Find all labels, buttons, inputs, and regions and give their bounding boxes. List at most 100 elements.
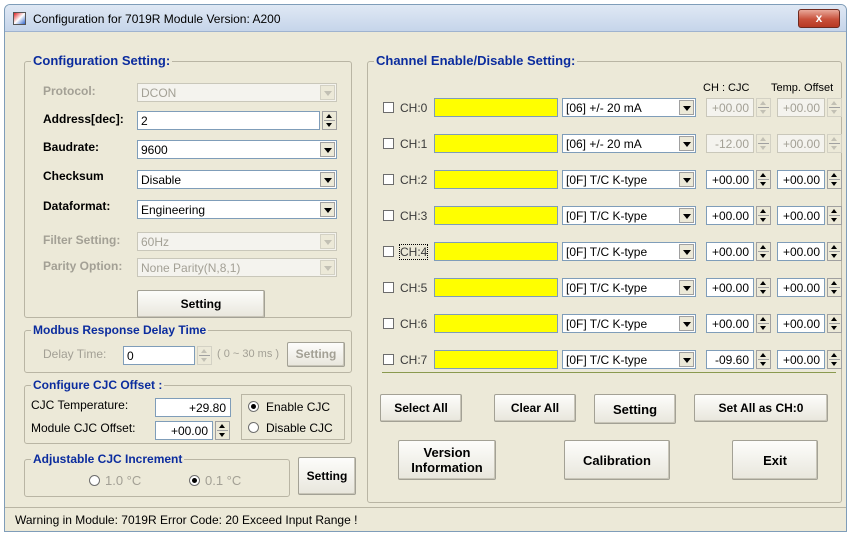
- channel-setting-group: Channel Enable/Disable Setting: CH : CJC…: [367, 53, 842, 503]
- channel-offset-field[interactable]: +00.00: [777, 170, 825, 189]
- config-setting-button[interactable]: Setting: [137, 290, 265, 318]
- address-spinner[interactable]: [322, 111, 337, 130]
- chevron-down-icon[interactable]: [679, 100, 694, 115]
- version-information-button[interactable]: Version Information: [398, 440, 496, 480]
- channel-range-select[interactable]: [0F] T/C K-type: [562, 350, 696, 369]
- increment-0-1-radio[interactable]: [189, 475, 200, 486]
- channel-range-select[interactable]: [0F] T/C K-type: [562, 278, 696, 297]
- dataformat-select[interactable]: Engineering: [137, 200, 337, 219]
- chevron-down-icon[interactable]: [320, 142, 335, 157]
- channel-cjc-field[interactable]: +00.00: [706, 314, 754, 333]
- chevron-down-icon[interactable]: [679, 316, 694, 331]
- close-icon: x: [815, 11, 823, 25]
- channel-offset-spinner[interactable]: [827, 242, 842, 261]
- increment-1-0-label[interactable]: 1.0 °C: [105, 473, 141, 488]
- channel-range-select[interactable]: [0F] T/C K-type: [562, 206, 696, 225]
- module-cjc-offset-input[interactable]: +00.00: [155, 421, 213, 440]
- channel-offset-field[interactable]: +00.00: [777, 278, 825, 297]
- channel-range-select[interactable]: [06] +/- 20 mA: [562, 134, 696, 153]
- ch-cjc-header: CH : CJC: [703, 82, 750, 94]
- parity-option-value: None Parity(N,8,1): [141, 261, 241, 275]
- title-bar[interactable]: Configuration for 7019R Module Version: …: [5, 5, 846, 32]
- channel-label[interactable]: CH:7: [400, 353, 427, 367]
- chevron-down-icon[interactable]: [679, 280, 694, 295]
- chevron-down-icon[interactable]: [679, 136, 694, 151]
- chevron-down-icon[interactable]: [679, 352, 694, 367]
- channel-cjc-spinner[interactable]: [756, 314, 771, 333]
- channel-range-select[interactable]: [06] +/- 20 mA: [562, 98, 696, 117]
- channel-cjc-spinner[interactable]: [756, 278, 771, 297]
- channel-enable-checkbox[interactable]: [383, 354, 394, 365]
- module-cjc-offset-spinner[interactable]: [215, 421, 230, 440]
- channel-offset-spinner[interactable]: [827, 170, 842, 189]
- chevron-down-icon[interactable]: [679, 172, 694, 187]
- channel-divider: [382, 372, 836, 373]
- disable-cjc-radio[interactable]: [248, 422, 259, 433]
- channel-cjc-spinner[interactable]: [756, 170, 771, 189]
- channel-cjc-field[interactable]: -09.60: [706, 350, 754, 369]
- channel-cjc-spinner[interactable]: [756, 350, 771, 369]
- channel-cjc-field[interactable]: +00.00: [706, 278, 754, 297]
- increment-1-0-radio[interactable]: [89, 475, 100, 486]
- channel-offset-value: +00.00: [782, 317, 820, 331]
- channel-offset-field[interactable]: +00.00: [777, 206, 825, 225]
- enable-cjc-label[interactable]: Enable CJC: [266, 400, 330, 414]
- chevron-down-icon[interactable]: [320, 172, 335, 187]
- channel-value-field: [434, 206, 558, 225]
- channel-enable-checkbox[interactable]: [383, 174, 394, 185]
- close-button[interactable]: x: [798, 9, 840, 28]
- channel-enable-checkbox[interactable]: [383, 282, 394, 293]
- channel-label[interactable]: CH:6: [400, 317, 427, 331]
- channel-enable-checkbox[interactable]: [383, 138, 394, 149]
- channel-cjc-field[interactable]: +00.00: [706, 170, 754, 189]
- channel-enable-checkbox[interactable]: [383, 318, 394, 329]
- calibration-button[interactable]: Calibration: [564, 440, 670, 480]
- chevron-down-icon: [320, 234, 335, 249]
- channel-range-value: [06] +/- 20 mA: [566, 137, 642, 151]
- channel-label[interactable]: CH:5: [400, 281, 427, 295]
- channel-setting-button[interactable]: Setting: [594, 394, 676, 424]
- channel-label[interactable]: CH:0: [400, 101, 427, 115]
- protocol-label: Protocol:: [43, 84, 96, 98]
- channel-cjc-spinner[interactable]: [756, 206, 771, 225]
- channel-offset-field[interactable]: +00.00: [777, 242, 825, 261]
- channel-range-select[interactable]: [0F] T/C K-type: [562, 314, 696, 333]
- channel-offset-spinner[interactable]: [827, 350, 842, 369]
- channel-label[interactable]: CH:2: [400, 173, 427, 187]
- channel-offset-field[interactable]: +00.00: [777, 314, 825, 333]
- channel-value-field: [434, 278, 558, 297]
- channel-enable-checkbox[interactable]: [383, 102, 394, 113]
- exit-button[interactable]: Exit: [732, 440, 818, 480]
- channel-label[interactable]: CH:3: [400, 209, 427, 223]
- channel-cjc-spinner[interactable]: [756, 242, 771, 261]
- increment-0-1-label[interactable]: 0.1 °C: [205, 473, 241, 488]
- disable-cjc-label[interactable]: Disable CJC: [266, 421, 333, 435]
- address-input[interactable]: 2: [137, 111, 320, 130]
- channel-range-value: [0F] T/C K-type: [566, 209, 648, 223]
- chevron-down-icon[interactable]: [679, 244, 694, 259]
- chevron-down-icon[interactable]: [679, 208, 694, 223]
- checksum-select[interactable]: Disable: [137, 170, 337, 189]
- clear-all-button[interactable]: Clear All: [494, 394, 576, 422]
- chevron-down-icon[interactable]: [320, 202, 335, 217]
- enable-cjc-radio[interactable]: [248, 401, 259, 412]
- set-all-as-ch0-button[interactable]: Set All as CH:0: [694, 394, 828, 422]
- channel-offset-field[interactable]: +00.00: [777, 350, 825, 369]
- channel-range-select[interactable]: [0F] T/C K-type: [562, 170, 696, 189]
- channel-cjc-field[interactable]: +00.00: [706, 206, 754, 225]
- filter-setting-select: 60Hz: [137, 232, 337, 251]
- baudrate-select[interactable]: 9600: [137, 140, 337, 159]
- channel-label[interactable]: CH:4: [398, 244, 429, 260]
- channel-offset-spinner[interactable]: [827, 314, 842, 333]
- channel-offset-value: +00.00: [782, 245, 820, 259]
- channel-label[interactable]: CH:1: [400, 137, 427, 151]
- select-all-button[interactable]: Select All: [380, 394, 462, 422]
- delay-time-input[interactable]: 0: [123, 346, 195, 365]
- channel-range-select[interactable]: [0F] T/C K-type: [562, 242, 696, 261]
- channel-cjc-field[interactable]: +00.00: [706, 242, 754, 261]
- channel-offset-spinner[interactable]: [827, 278, 842, 297]
- increment-setting-button[interactable]: Setting: [298, 457, 356, 495]
- channel-enable-checkbox[interactable]: [383, 246, 394, 257]
- channel-enable-checkbox[interactable]: [383, 210, 394, 221]
- channel-offset-spinner[interactable]: [827, 206, 842, 225]
